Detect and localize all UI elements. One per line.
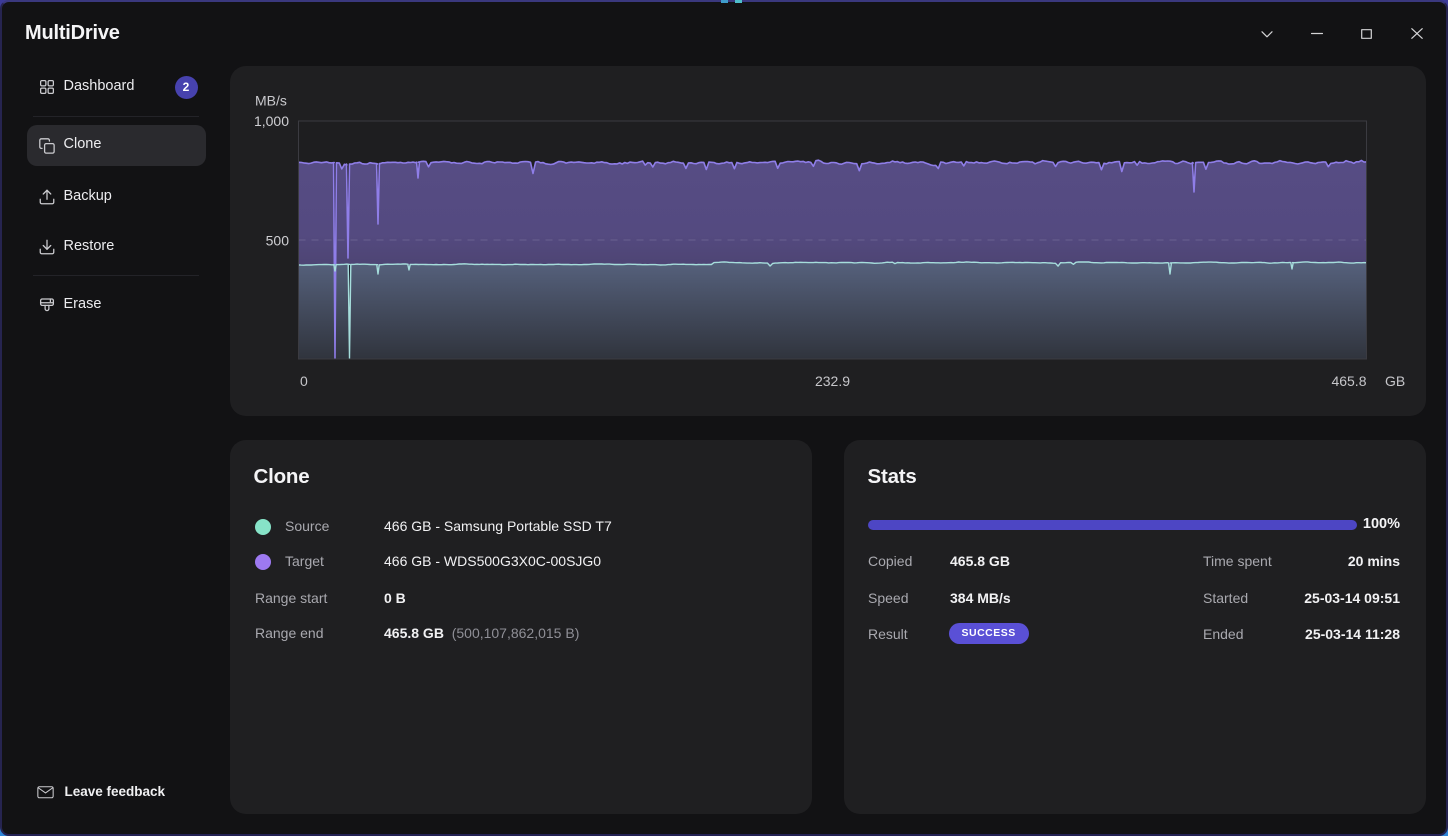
svg-text:232.9: 232.9 bbox=[815, 373, 850, 389]
svg-text:MB/s: MB/s bbox=[255, 93, 287, 109]
svg-text:0: 0 bbox=[300, 373, 308, 389]
svg-text:465.8: 465.8 bbox=[1331, 373, 1366, 389]
svg-text:500: 500 bbox=[266, 233, 290, 249]
svg-text:1,000: 1,000 bbox=[254, 113, 289, 129]
svg-text:GB: GB bbox=[1385, 373, 1405, 389]
